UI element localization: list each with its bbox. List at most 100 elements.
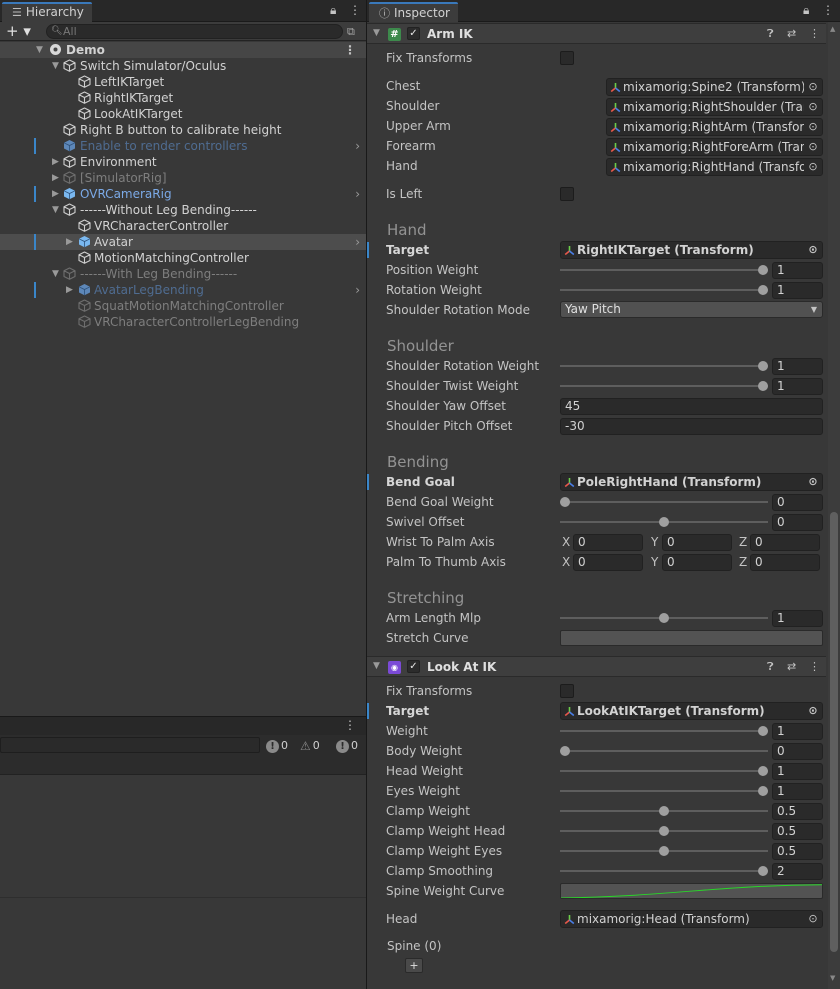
- preset-icon[interactable]: ⇄: [787, 27, 796, 40]
- hierarchy-row[interactable]: Right B button to calibrate height: [0, 122, 366, 138]
- clamp-weight-eyes-value[interactable]: 0.5: [772, 843, 823, 860]
- expanded-arrow-icon[interactable]: ▼: [52, 202, 59, 218]
- open-prefab-chevron-icon[interactable]: ›: [355, 186, 360, 202]
- collapsed-arrow-icon[interactable]: ▶: [52, 154, 59, 170]
- head-weight-value[interactable]: 1: [772, 763, 823, 780]
- upper-arm-field[interactable]: mixamorig:RightArm (Transform) ⊙: [606, 118, 823, 136]
- object-picker-icon[interactable]: ⊙: [804, 99, 822, 115]
- forearm-field[interactable]: mixamorig:RightForeArm (Transform)⊙: [606, 138, 823, 156]
- collapsed-arrow-icon[interactable]: ▶: [66, 234, 73, 250]
- hierarchy-row[interactable]: Enable to render controllers ›: [0, 138, 366, 154]
- body-weight-thumb[interactable]: [560, 746, 570, 756]
- rotation-weight-thumb[interactable]: [758, 285, 768, 295]
- weight-track[interactable]: [560, 730, 768, 732]
- palm-to-thumb-y-field[interactable]: 0: [662, 554, 732, 571]
- arm-length-mlp-thumb[interactable]: [659, 613, 669, 623]
- clamp-smoothing-track[interactable]: [560, 870, 768, 872]
- weight-thumb[interactable]: [758, 726, 768, 736]
- wrist-to-palm-x-field[interactable]: 0: [573, 534, 643, 551]
- weight-value[interactable]: 1: [772, 723, 823, 740]
- hierarchy-row[interactable]: SquatMotionMatchingController: [0, 298, 366, 314]
- expanded-arrow-icon[interactable]: ▼: [36, 42, 43, 58]
- kebab-menu-icon[interactable]: ⋮: [344, 42, 356, 58]
- shoulder-rotation-weight-track[interactable]: [560, 365, 768, 367]
- hierarchy-row[interactable]: ▼ Demo ⋮: [0, 42, 366, 58]
- fix-transforms-checkbox[interactable]: [560, 51, 574, 65]
- kebab-menu-icon[interactable]: ⋮: [809, 660, 820, 673]
- lock-icon[interactable]: 🔒︎: [803, 3, 809, 18]
- open-prefab-chevron-icon[interactable]: ›: [355, 138, 360, 154]
- scroll-up-icon[interactable]: ▲: [830, 25, 835, 33]
- arm-ik-header[interactable]: ▼ # ✓ Arm IK ❓︎ ⇄ ⋮: [367, 23, 826, 44]
- hierarchy-row[interactable]: ▼ ------With Leg Bending------: [0, 266, 366, 282]
- hierarchy-row[interactable]: RightIKTarget: [0, 90, 366, 106]
- object-picker-icon[interactable]: ⊙: [804, 159, 822, 175]
- look-fix-transforms-checkbox[interactable]: [560, 684, 574, 698]
- scroll-down-icon[interactable]: ▼: [830, 974, 835, 982]
- palm-to-thumb-x-field[interactable]: 0: [573, 554, 643, 571]
- body-weight-value[interactable]: 0: [772, 743, 823, 760]
- swivel-offset-thumb[interactable]: [659, 517, 669, 527]
- clamp-weight-eyes-thumb[interactable]: [659, 846, 669, 856]
- add-object-button[interactable]: + ▾: [6, 23, 31, 39]
- clamp-weight-head-thumb[interactable]: [659, 826, 669, 836]
- stretch-curve-field[interactable]: [560, 630, 823, 646]
- shoulder-twist-weight-value[interactable]: 1: [772, 378, 823, 395]
- rotation-weight-track[interactable]: [560, 289, 768, 291]
- swivel-offset-value[interactable]: 0: [772, 514, 823, 531]
- eyes-weight-thumb[interactable]: [758, 786, 768, 796]
- collapsed-arrow-icon[interactable]: ▶: [52, 186, 59, 202]
- shoulder-twist-weight-track[interactable]: [560, 385, 768, 387]
- object-picker-icon[interactable]: ⊙: [804, 703, 822, 719]
- kebab-menu-icon[interactable]: ⋮: [809, 27, 820, 40]
- wrist-to-palm-z-field[interactable]: 0: [750, 534, 820, 551]
- hierarchy-row[interactable]: ▶ OVRCameraRig ›: [0, 186, 366, 202]
- arm-length-mlp-value[interactable]: 1: [772, 610, 823, 627]
- head-weight-thumb[interactable]: [758, 766, 768, 776]
- hierarchy-row[interactable]: ▼ Switch Simulator/Oculus: [0, 58, 366, 74]
- add-spine-button[interactable]: +: [405, 958, 423, 973]
- console-search-input[interactable]: [0, 737, 260, 753]
- shoulder-rotation-mode-dropdown[interactable]: Yaw Pitch ▼: [560, 301, 823, 318]
- open-prefab-chevron-icon[interactable]: ›: [355, 282, 360, 298]
- console-message-count[interactable]: ! 0: [336, 738, 358, 753]
- spine-weight-curve-field[interactable]: [560, 883, 823, 899]
- kebab-menu-icon[interactable]: ⋮: [822, 3, 834, 17]
- hierarchy-tab[interactable]: ☰ Hierarchy: [2, 2, 92, 22]
- expanded-arrow-icon[interactable]: ▼: [52, 266, 59, 282]
- inspector-scrollbar[interactable]: ▲ ▼: [828, 22, 840, 989]
- help-icon[interactable]: ❓︎: [767, 660, 774, 674]
- help-icon[interactable]: ❓︎: [767, 27, 774, 41]
- hierarchy-row[interactable]: ▶ Avatar ›: [0, 234, 366, 250]
- look-at-ik-header[interactable]: ▼ ◉ ✓ Look At IK ❓︎ ⇄ ⋮: [367, 656, 826, 677]
- position-weight-thumb[interactable]: [758, 265, 768, 275]
- eyes-weight-track[interactable]: [560, 790, 768, 792]
- shoulder-rotation-weight-thumb[interactable]: [758, 361, 768, 371]
- rotation-weight-value[interactable]: 1: [772, 282, 823, 299]
- clamp-weight-value[interactable]: 0.5: [772, 803, 823, 820]
- clamp-weight-thumb[interactable]: [659, 806, 669, 816]
- hierarchy-row[interactable]: MotionMatchingController: [0, 250, 366, 266]
- bend-goal-weight-thumb[interactable]: [560, 497, 570, 507]
- kebab-menu-icon[interactable]: ⋮: [344, 718, 356, 732]
- object-picker-icon[interactable]: ⊙: [804, 79, 822, 95]
- hand-field[interactable]: mixamorig:RightHand (Transform) ⊙: [606, 158, 823, 176]
- inspector-tab[interactable]: ⓘ Inspector: [369, 2, 458, 22]
- expanded-arrow-icon[interactable]: ▼: [52, 58, 59, 74]
- hierarchy-row[interactable]: VRCharacterControllerLegBending: [0, 314, 366, 330]
- foldout-arrow-icon[interactable]: ▼: [373, 28, 380, 38]
- hierarchy-row[interactable]: ▶ AvatarLegBending ›: [0, 282, 366, 298]
- object-picker-icon[interactable]: ⊙: [804, 474, 822, 490]
- position-weight-value[interactable]: 1: [772, 262, 823, 279]
- bend-goal-weight-track[interactable]: [560, 501, 768, 503]
- head-weight-track[interactable]: [560, 770, 768, 772]
- chest-field[interactable]: mixamorig:Spine2 (Transform) ⊙: [606, 78, 823, 96]
- hierarchy-row[interactable]: VRCharacterController: [0, 218, 366, 234]
- kebab-menu-icon[interactable]: ⋮: [349, 3, 361, 17]
- console-warning-count[interactable]: ⚠ 0: [300, 738, 320, 753]
- eyes-weight-value[interactable]: 1: [772, 783, 823, 800]
- shoulder-twist-weight-thumb[interactable]: [758, 381, 768, 391]
- hierarchy-row[interactable]: LeftIKTarget: [0, 74, 366, 90]
- target-field[interactable]: RightIKTarget (Transform) ⊙: [560, 241, 823, 259]
- look-target-field[interactable]: LookAtIKTarget (Transform) ⊙: [560, 702, 823, 720]
